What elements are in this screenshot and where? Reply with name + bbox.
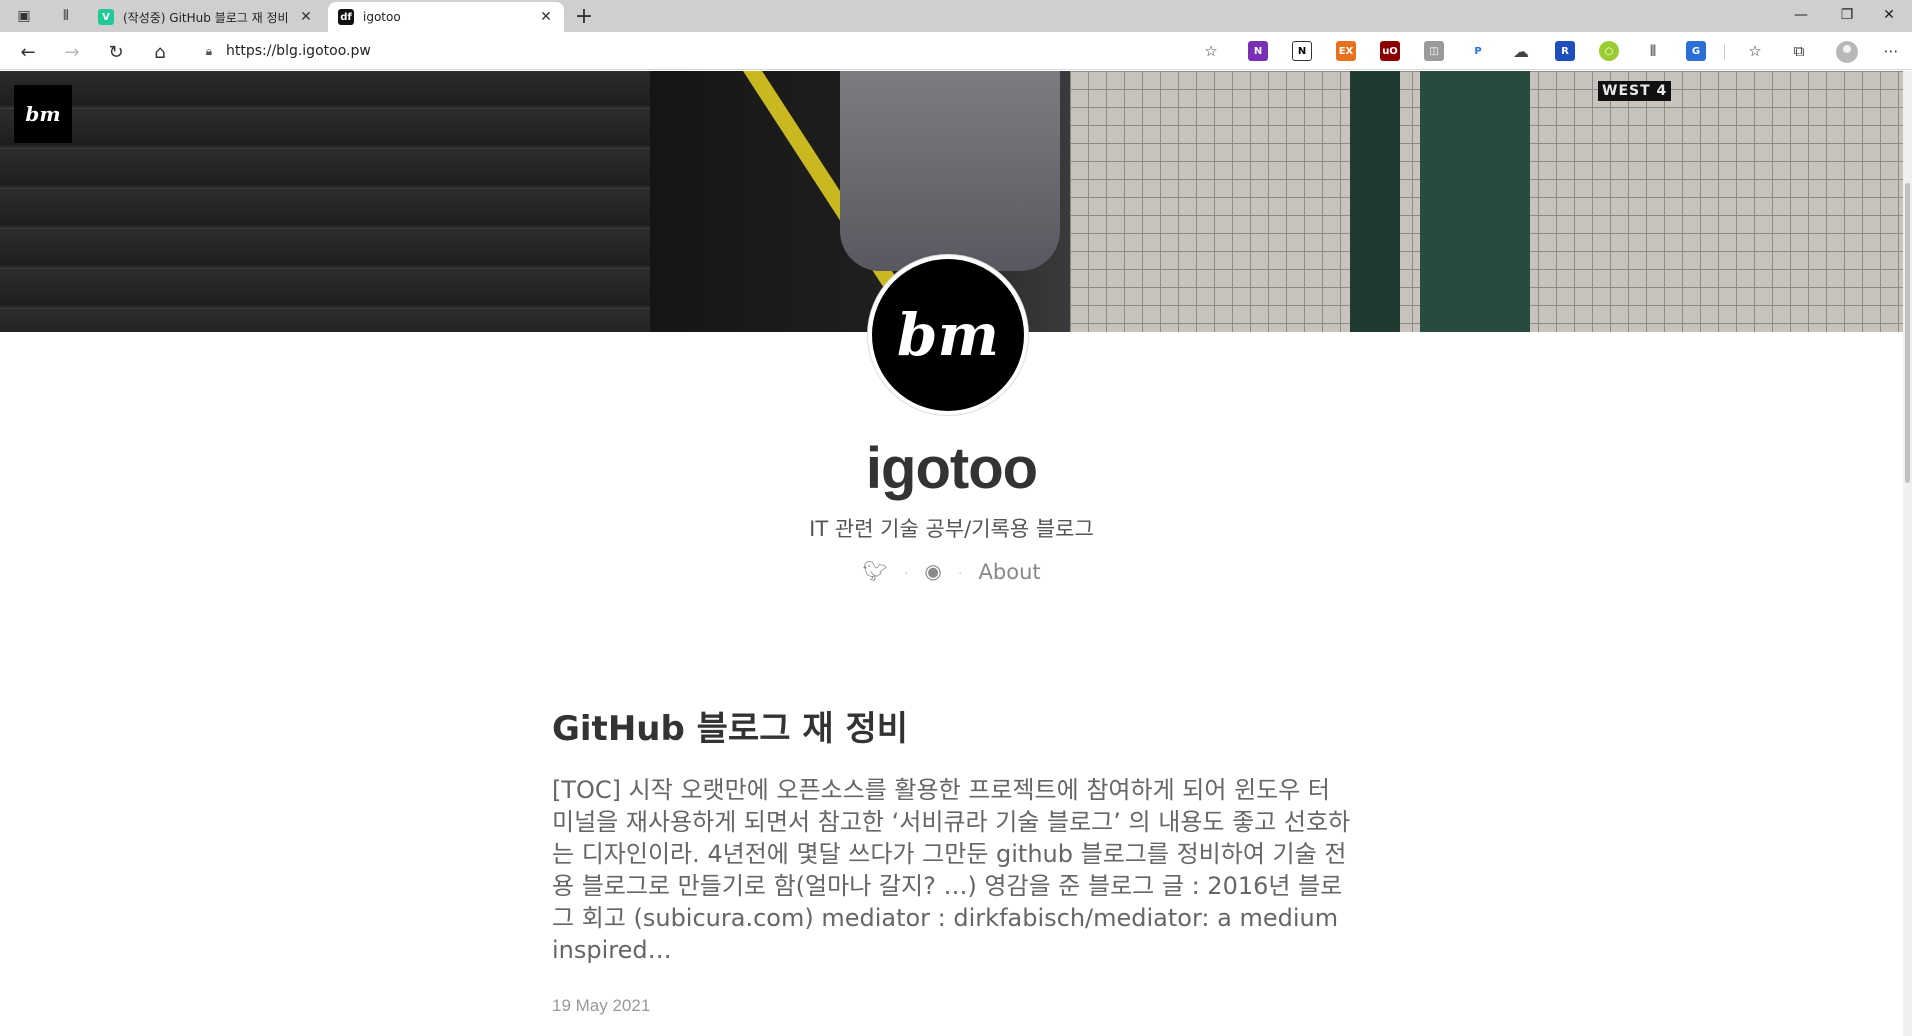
site-favicon-icon: df [338, 9, 354, 25]
vue-favicon-icon: V [98, 9, 114, 25]
extension-blue-icon[interactable]: P [1468, 41, 1488, 61]
close-window-button[interactable]: ✕ [1866, 0, 1912, 30]
translate-extension-icon[interactable]: G [1686, 41, 1706, 61]
scrollbar-thumb[interactable] [1905, 183, 1910, 483]
close-tab-icon[interactable]: ✕ [538, 9, 554, 25]
separator-dot: · [903, 563, 909, 580]
forward-button[interactable]: → [58, 38, 86, 66]
post-date: 19 May 2021 [552, 996, 651, 1015]
extension-red-blue-icon[interactable]: R [1555, 41, 1575, 61]
restore-button[interactable]: ❐ [1824, 0, 1870, 30]
profile-avatar[interactable] [1836, 41, 1858, 63]
ublock-extension-icon[interactable]: uO [1380, 41, 1400, 61]
more-menu-icon[interactable]: ⋯ [1880, 40, 1902, 62]
new-tab-button[interactable]: + [572, 4, 596, 29]
site-title[interactable]: igotoo [0, 435, 1903, 502]
separator-dot: · [957, 563, 963, 580]
refresh-button[interactable]: ↻ [102, 38, 130, 66]
post-card: GitHub 블로그 재 정비 [TOC] 시작 오랫만에 오픈소스를 활용한 … [552, 701, 1352, 1016]
reading-mode-icon[interactable]: ⫴ [1642, 40, 1664, 62]
home-logo[interactable]: bm [14, 85, 72, 143]
tab-github-blog[interactable]: V (작성중) GitHub 블로그 재 정비 ✕ [88, 2, 324, 32]
social-links: 🐦︎ · ◉ · About [0, 559, 1903, 584]
tab-strip: ▣ ⫴ V (작성중) GitHub 블로그 재 정비 ✕ df igotoo … [0, 0, 1912, 32]
home-button[interactable]: ⌂ [146, 38, 174, 66]
notion-extension-icon[interactable]: N [1292, 41, 1312, 61]
onenote-extension-icon[interactable]: N [1248, 41, 1268, 61]
hero-person [840, 71, 1060, 271]
lock-icon[interactable]: 🔒︎ [202, 44, 216, 58]
toolbar-separator [1724, 44, 1725, 60]
close-tab-icon[interactable]: ✕ [298, 9, 314, 25]
tab-igotoo[interactable]: df igotoo ✕ [328, 2, 564, 32]
github-icon[interactable]: ◉ [924, 559, 941, 584]
add-favorite-icon[interactable]: ☆ [1202, 42, 1220, 60]
avatar: bm [868, 255, 1028, 415]
cloud-extension-icon[interactable]: ☁ [1511, 41, 1531, 61]
post-title[interactable]: GitHub 블로그 재 정비 [552, 701, 1352, 750]
hero-stairs [0, 71, 650, 332]
favorites-icon[interactable]: ☆ [1744, 40, 1766, 62]
extension-green-icon[interactable]: ○ [1599, 41, 1619, 61]
minimize-button[interactable]: — [1778, 0, 1824, 30]
hero-pillar [1420, 71, 1530, 332]
site-description: IT 관련 기술 공부/기록용 블로그 [809, 517, 1094, 541]
about-link[interactable]: About [979, 560, 1041, 584]
hero-station-sign: WEST 4 [1598, 81, 1672, 101]
extension-gray-icon[interactable]: ◫ [1424, 41, 1444, 61]
twitter-icon[interactable]: 🐦︎ [862, 559, 887, 584]
browser-toolbar: ← → ↻ ⌂ 🔒︎ https://blg.igotoo.pw ☆ N N E… [0, 32, 1912, 70]
tab-title: igotoo [363, 10, 401, 24]
extension-orange-icon[interactable]: EX [1336, 41, 1356, 61]
reading-list-icon[interactable]: ⫴ [54, 4, 78, 28]
tab-actions-icon[interactable]: ▣ [12, 4, 36, 28]
url-text[interactable]: https://blg.igotoo.pw [226, 43, 371, 59]
address-bar[interactable]: 🔒︎ https://blg.igotoo.pw ☆ [190, 36, 1230, 66]
page-viewport: WEST 4 bm bm igotoo IT 관련 기술 공부/기록용 블로그 … [0, 71, 1903, 1036]
collections-icon[interactable]: ⧉ [1788, 40, 1810, 62]
post-excerpt[interactable]: [TOC] 시작 오랫만에 오픈소스를 활용한 프로젝트에 참여하게 되어 윈도… [552, 774, 1352, 966]
tab-title: (작성중) GitHub 블로그 재 정비 [123, 10, 289, 25]
back-button[interactable]: ← [14, 38, 42, 66]
hero-pillar [1350, 71, 1400, 332]
